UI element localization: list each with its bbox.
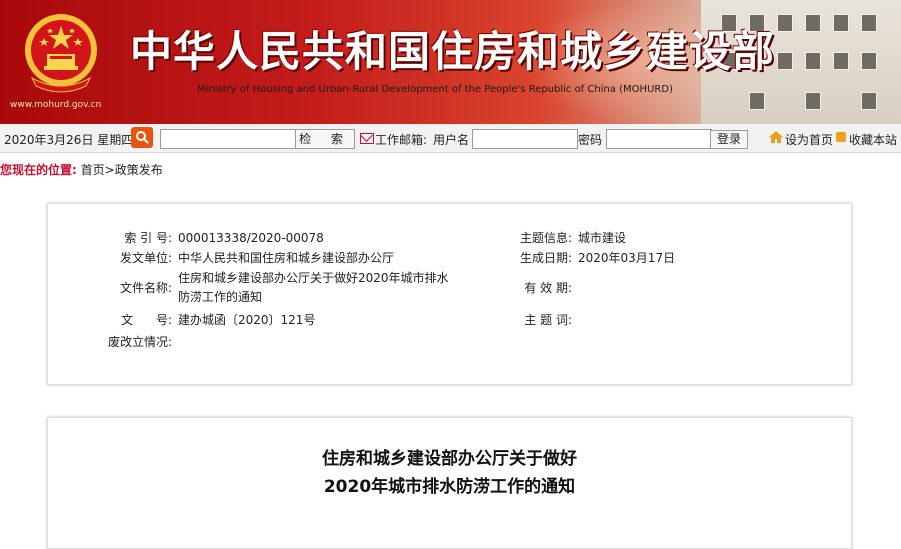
index-number-value: 000013338/2020-00078 [178, 231, 324, 245]
document-number-label: 文 号: [121, 313, 172, 327]
document-name-line1: 住房和城乡建设部办公厅关于做好2020年城市排水 [178, 271, 449, 285]
mail-label: 工作邮箱: [375, 133, 428, 147]
breadcrumb-label: 您现在的位置: [0, 163, 77, 177]
national-emblem-icon [25, 14, 97, 93]
issuer-label: 发文单位: [119, 251, 172, 265]
site-url: www.mohurd.gov.cn [10, 100, 102, 110]
breadcrumb-home-link[interactable]: 首页 [81, 163, 105, 177]
issuer-value: 中华人民共和国住房和城乡建设部办公厅 [178, 251, 395, 265]
document-info-panel: 索 引 号: 000013338/2020-00078 主题信息: 城市建设 发… [47, 203, 852, 385]
breadcrumb-separator: > [104, 163, 115, 177]
breadcrumb-current[interactable]: 政策发布 [115, 163, 163, 177]
date-label: 生成日期: [519, 251, 572, 265]
document-name-line2: 防涝工作的通知 [178, 290, 263, 304]
index-number-label: 索 引 号: [124, 231, 172, 245]
document-number-value: 建办城函〔2020〕121号 [178, 313, 316, 327]
notice-title-line1: 住房和城乡建设部办公厅关于做好 [322, 449, 577, 469]
username-input[interactable] [472, 129, 578, 149]
bookmark-icon [836, 132, 846, 142]
subject-label: 主题信息: [519, 231, 572, 245]
validity-label: 有 效 期: [524, 281, 572, 295]
date-value: 2020年03月17日 [578, 251, 676, 265]
breadcrumb: 您现在的位置: 首页>政策发布 [0, 160, 901, 180]
subject-value: 城市建设 [578, 231, 627, 245]
home-icon [769, 131, 783, 143]
current-date: 2020年3月26日 星期四 [4, 133, 134, 147]
mail-icon [360, 133, 374, 144]
username-label: 用户名 [433, 133, 470, 147]
site-subtitle: Ministry of Housing and Urban-Rural Deve… [197, 84, 673, 95]
notice-panel: 住房和城乡建设部办公厅关于做好 2020年城市排水防涝工作的通知 [47, 417, 852, 549]
search-input[interactable] [160, 129, 298, 149]
status-label: 废改立情况: [107, 335, 172, 349]
site-banner: www.mohurd.gov.cn 中华人民共和国住房和城乡建设部 Minist… [0, 0, 901, 124]
password-input[interactable] [606, 129, 712, 149]
keywords-label: 主 题 词: [524, 313, 572, 327]
login-button[interactable]: 登录 [710, 130, 748, 149]
bookmark-link[interactable]: 收藏本站 [849, 131, 897, 148]
search-button[interactable]: 检 索 [295, 129, 355, 149]
site-title: 中华人民共和国住房和城乡建设部 [130, 27, 776, 76]
notice-title-line2: 2020年城市排水防涝工作的通知 [323, 477, 576, 497]
set-homepage-link[interactable]: 设为首页 [785, 131, 833, 148]
top-toolbar: 2020年3月26日 星期四 检 索 工作邮箱: 用户名 密码 登录 设为首页 … [0, 124, 901, 153]
document-name-label: 文件名称: [119, 281, 172, 295]
password-label: 密码 [578, 133, 603, 147]
search-icon[interactable] [131, 127, 153, 148]
